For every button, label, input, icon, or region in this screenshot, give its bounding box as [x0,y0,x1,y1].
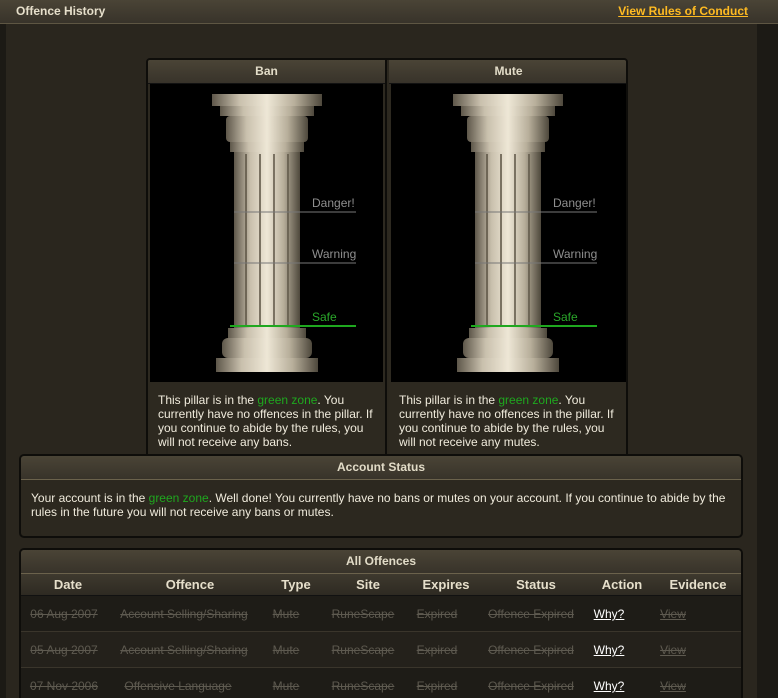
column-type: Type [281,577,311,592]
cell-expires: Expired [416,607,458,621]
table-row: 07 Nov 2006 Offensive Language Mute Rune… [21,668,741,698]
description-text: This pillar is in the [158,393,258,407]
cell-site: RuneScape [331,679,395,693]
description-text: This pillar is in the [399,393,499,407]
table-row: 05 Aug 2007 Account Selling/Sharing Mute… [21,632,741,668]
pillars-panel: Ban Danger! Warning Safe This pillar is … [146,58,628,467]
column-expires: Expires [422,577,470,592]
top-bar: Offence History View Rules of Conduct [0,0,778,24]
page-title: Offence History [16,4,106,18]
mute-pillar-description: This pillar is in the green zone. You cu… [389,382,626,449]
column-date: Date [53,577,83,592]
cell-status: Offence Expired [488,643,574,657]
mute-pillar-title: Mute [389,60,626,84]
green-zone-text: green zone [498,393,559,407]
warning-zone-label: Warning [553,247,598,261]
offences-title: All Offences [21,550,741,574]
offences-box: All Offences Date Offence Type Site Expi… [19,548,743,698]
account-status-box: Account Status Your account is in the gr… [19,454,743,538]
green-zone-text: green zone [257,393,318,407]
column-offence: Offence [165,577,215,592]
cell-date: 07 Nov 2006 [29,679,99,693]
view-evidence-link[interactable]: View [660,607,686,621]
account-status-text: Your account is in the green zone. Well … [21,480,741,519]
cell-expires: Expired [416,643,458,657]
cell-type: Mute [272,607,300,621]
cell-site: RuneScape [331,643,395,657]
view-evidence-link[interactable]: View [660,643,686,657]
cell-type: Mute [272,679,300,693]
offences-table-body: 06 Aug 2007 Account Selling/Sharing Mute… [21,596,741,698]
danger-zone-label: Danger! [553,196,596,210]
warning-zone-label: Warning [312,247,357,261]
ban-pillar-title: Ban [148,60,385,84]
pillar-icon [212,94,356,372]
mute-pillar-column: Mute Danger! Warning Safe This pillar is… [389,60,626,465]
safe-zone-label: Safe [312,310,337,324]
ban-pillar-image: Danger! Warning Safe [150,84,383,382]
why-link[interactable]: Why? [594,679,625,693]
cell-offence: Account Selling/Sharing [120,607,248,621]
why-link[interactable]: Why? [594,643,625,657]
why-link[interactable]: Why? [594,607,625,621]
view-rules-link[interactable]: View Rules of Conduct [618,4,748,18]
cell-date: 05 Aug 2007 [30,643,98,657]
cell-date: 06 Aug 2007 [30,607,98,621]
mute-pillar-image: Danger! Warning Safe [391,84,626,382]
cell-status: Offence Expired [488,607,574,621]
pillar-icon [453,94,597,372]
cell-status: Offence Expired [488,679,574,693]
column-action: Action [601,577,643,592]
column-evidence: Evidence [669,577,727,592]
account-status-title: Account Status [21,456,741,480]
cell-expires: Expired [416,679,458,693]
status-text: Your account is in the [31,491,149,505]
table-row: 06 Aug 2007 Account Selling/Sharing Mute… [21,596,741,632]
column-status: Status [516,577,556,592]
ban-pillar-description: This pillar is in the green zone. You cu… [148,382,385,449]
view-evidence-link[interactable]: View [660,679,686,693]
offences-table-header: Date Offence Type Site Expires Status Ac… [21,574,741,596]
cell-offence: Offensive Language [124,679,232,693]
green-zone-text: green zone [148,491,209,505]
column-site: Site [356,577,380,592]
danger-zone-label: Danger! [312,196,355,210]
cell-type: Mute [272,643,300,657]
cell-site: RuneScape [331,607,395,621]
safe-zone-label: Safe [553,310,578,324]
ban-pillar-column: Ban Danger! Warning Safe This pillar is … [148,60,387,465]
cell-offence: Account Selling/Sharing [120,643,248,657]
main-panel: Ban Danger! Warning Safe This pillar is … [6,24,757,698]
